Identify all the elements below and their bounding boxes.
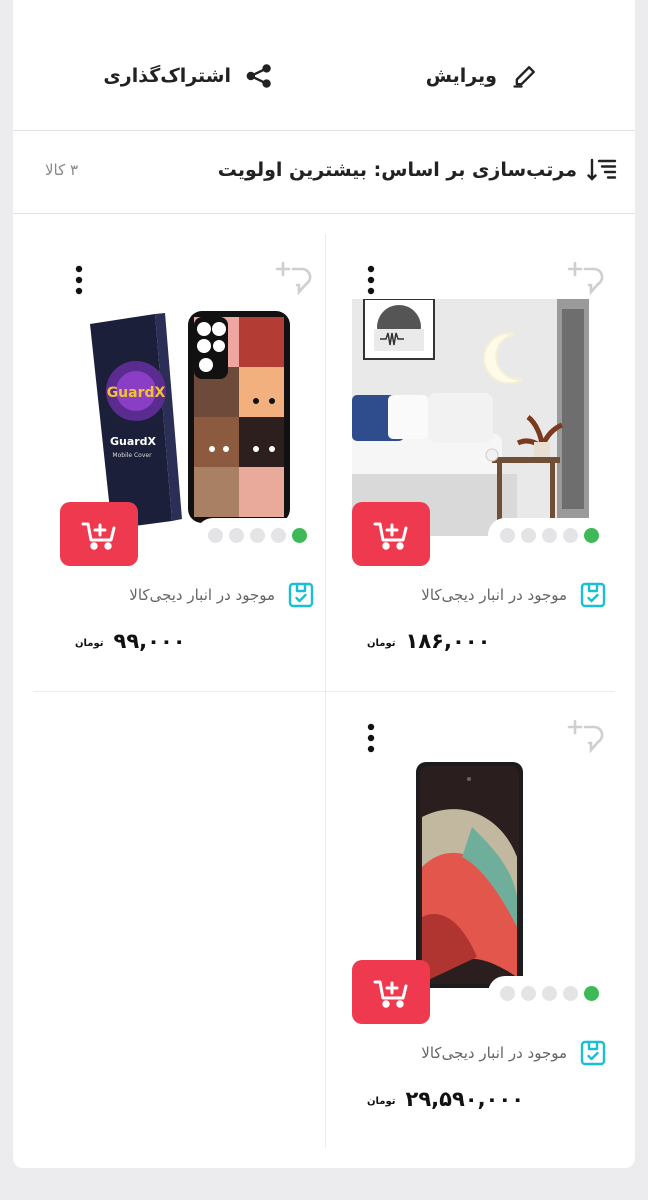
variant-dot <box>563 527 578 543</box>
variant-dot <box>563 985 578 1001</box>
add-to-cart-button[interactable] <box>352 960 430 1024</box>
compare-icon[interactable] <box>565 717 605 757</box>
variant-dot <box>271 527 286 543</box>
product-price: تومان ۲۹,۵۹۰,۰۰۰ <box>367 1087 524 1111</box>
variant-dot <box>208 527 223 543</box>
more-options-icon[interactable] <box>365 265 377 295</box>
price-value: ۲۹,۵۹۰,۰۰۰ <box>405 1087 525 1111</box>
color-variant-dots <box>196 518 319 552</box>
list-actions: ویرایش اشتراک‌گذاری <box>13 0 635 131</box>
sort-bar: مرتب‌سازی بر اساس: بیشترین اولویت ۳ کالا <box>13 131 635 214</box>
sort-button[interactable]: مرتب‌سازی بر اساس: بیشترین اولویت <box>218 157 617 183</box>
currency-label: تومان <box>367 1096 396 1107</box>
price-value: ۹۹,۰۰۰ <box>113 629 186 653</box>
product-image[interactable] <box>352 299 589 536</box>
product-image[interactable] <box>352 757 589 994</box>
compare-icon[interactable] <box>273 259 313 299</box>
box-subtitle-text: Mobile Cover <box>112 452 152 459</box>
wishlist-card: ویرایش اشتراک‌گذاری مرتب‌سازی بر اساس: ب… <box>13 0 635 1168</box>
variant-dot <box>500 985 515 1001</box>
variant-dot <box>229 527 244 543</box>
product-card[interactable]: GuardX GuardX Mobile Cover موجود در انبا… <box>43 235 333 690</box>
stock-label: موجود در انبار دیجی‌کالا <box>421 1044 567 1062</box>
edit-label: ویرایش <box>425 65 497 87</box>
grid-divider-horizontal <box>33 691 615 692</box>
color-variant-dots <box>488 976 611 1010</box>
variant-dot <box>521 527 536 543</box>
pencil-icon <box>513 66 535 88</box>
compare-icon[interactable] <box>565 259 605 299</box>
warehouse-check-icon <box>288 582 314 608</box>
add-to-cart-icon <box>373 522 408 550</box>
variant-dot <box>542 527 557 543</box>
share-icon <box>246 64 271 88</box>
logo-x-mark: GuardX <box>107 385 166 401</box>
currency-label: تومان <box>75 638 104 649</box>
variant-dot-active <box>584 985 599 1001</box>
variant-dot <box>250 527 265 543</box>
sort-label: مرتب‌سازی بر اساس: بیشترین اولویت <box>217 159 577 181</box>
variant-dot-active <box>584 527 599 543</box>
box-brand-text: GuardX <box>110 435 157 448</box>
add-to-cart-button[interactable] <box>352 502 430 566</box>
warehouse-check-icon <box>580 582 606 608</box>
variant-dot-active <box>292 527 307 543</box>
share-button[interactable]: اشتراک‌گذاری <box>103 58 273 94</box>
stock-status: موجود در انبار دیجی‌کالا <box>129 581 315 609</box>
stock-label: موجود در انبار دیجی‌کالا <box>129 586 275 604</box>
warehouse-check-icon <box>580 1040 606 1066</box>
share-label: اشتراک‌گذاری <box>103 65 231 87</box>
price-value: ۱۸۶,۰۰۰ <box>405 629 491 653</box>
product-price: تومان ۱۸۶,۰۰۰ <box>367 629 490 653</box>
stock-label: موجود در انبار دیجی‌کالا <box>421 586 567 604</box>
variant-dot <box>500 527 515 543</box>
product-image[interactable]: GuardX GuardX Mobile Cover <box>60 299 297 536</box>
add-to-cart-icon <box>81 522 116 550</box>
more-options-icon[interactable] <box>365 723 377 753</box>
color-variant-dots <box>488 518 611 552</box>
stock-status: موجود در انبار دیجی‌کالا <box>421 581 607 609</box>
sort-icon <box>587 158 617 181</box>
edit-button[interactable]: ویرایش <box>426 58 539 94</box>
more-options-icon[interactable] <box>73 265 85 295</box>
product-price: تومان ۹۹,۰۰۰ <box>75 629 186 653</box>
variant-dot <box>542 985 557 1001</box>
item-count: ۳ کالا <box>45 161 79 179</box>
currency-label: تومان <box>367 638 396 649</box>
product-card[interactable]: موجود در انبار دیجی‌کالا تومان ۲۹,۵۹۰,۰۰… <box>335 693 625 1148</box>
variant-dot <box>521 985 536 1001</box>
product-card[interactable]: موجود در انبار دیجی‌کالا تومان ۱۸۶,۰۰۰ <box>335 235 625 690</box>
add-to-cart-icon <box>373 980 408 1008</box>
add-to-cart-button[interactable] <box>60 502 138 566</box>
stock-status: موجود در انبار دیجی‌کالا <box>421 1039 607 1067</box>
